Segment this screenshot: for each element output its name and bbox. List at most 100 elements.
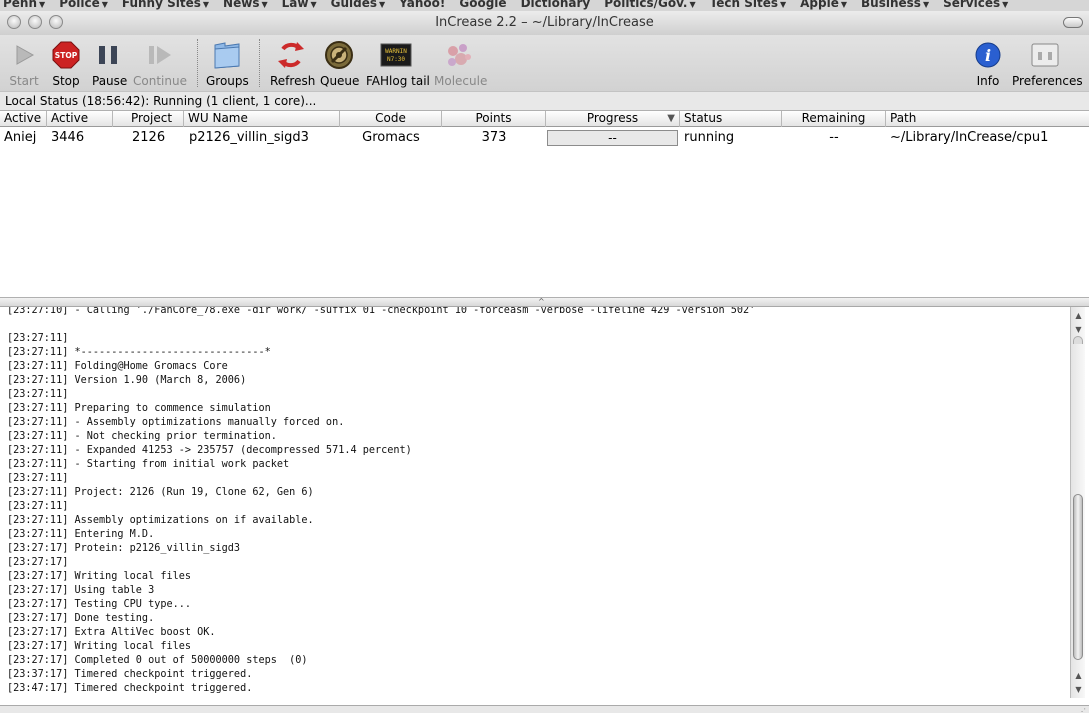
pause-button[interactable]: Pause	[92, 39, 128, 88]
menu-arrow-icon: ▼	[39, 0, 46, 9]
log-line: [23:27:11] Preparing to commence simulat…	[7, 403, 271, 414]
continue-icon	[149, 46, 171, 64]
info-button[interactable]: i Info	[972, 39, 1004, 88]
scroll-up-arrow-icon[interactable]: ▲	[1073, 310, 1084, 321]
refresh-label: Refresh	[270, 74, 316, 88]
molecule-icon	[448, 44, 471, 66]
bookmark-item[interactable]: Services ▼	[943, 0, 1008, 10]
log-line: [23:27:17] Extra AltiVec boost OK.	[7, 627, 216, 638]
bookmark-item[interactable]: Penn ▼	[3, 0, 45, 10]
menu-arrow-icon: ▼	[1002, 0, 1009, 9]
menu-arrow-icon: ▼	[261, 0, 268, 9]
groups-button[interactable]: Groups	[206, 39, 249, 88]
progress-text: --	[608, 131, 617, 145]
pause-icon	[99, 46, 117, 64]
start-button[interactable]: Start	[8, 39, 40, 88]
log-line: [23:27:11] - Not checking prior terminat…	[7, 431, 277, 442]
cell-active: 3446	[51, 130, 85, 145]
bookmark-label: Services	[943, 0, 1001, 10]
bookmark-item[interactable]: Google	[459, 0, 506, 10]
bookmark-item[interactable]: Guides ▼	[331, 0, 386, 10]
bookmark-item[interactable]: Law ▼	[282, 0, 317, 10]
queue-gear-icon	[325, 41, 353, 69]
bookmark-item[interactable]: Police ▼	[59, 0, 108, 10]
scroll-track-cap	[1073, 336, 1083, 344]
scroll-down-arrow-icon[interactable]: ▼	[1073, 684, 1084, 695]
log-line: [23:27:17] Protein: p2126_villin_sigd3	[7, 543, 241, 554]
preferences-button[interactable]: Preferences	[1012, 39, 1083, 88]
bookmark-label: Dictionary	[520, 0, 591, 10]
cell-path: ~/Library/InCrease/cpu1	[890, 130, 1049, 145]
toolbar-toggle-button[interactable]	[1063, 17, 1083, 28]
bookmark-item[interactable]: Apple ▼	[800, 0, 847, 10]
sort-descending-icon: ▼	[667, 113, 675, 124]
fahlog-text-view[interactable]: [23:27:10] - Calling './FahCore_78.exe -…	[0, 307, 1070, 705]
log-line: [23:27:11] - Expanded 41253 -> 235757 (d…	[7, 445, 412, 456]
column-header-path[interactable]: Path	[886, 111, 1089, 127]
stop-button[interactable]: STOP Stop	[50, 39, 82, 88]
split-view-divider[interactable]: ^	[0, 297, 1089, 307]
bookmark-item[interactable]: News ▼	[223, 0, 268, 10]
column-header-project[interactable]: Project	[113, 111, 184, 127]
window-titlebar[interactable]: InCrease 2.2 – ~/Library/InCrease	[0, 11, 1089, 35]
bookmark-item[interactable]: Business ▼	[861, 0, 929, 10]
column-header-status[interactable]: Status	[680, 111, 782, 127]
progress-bar: --	[547, 130, 678, 146]
bookmark-item[interactable]: Dictionary	[521, 0, 591, 10]
preferences-label: Preferences	[1012, 74, 1083, 88]
refresh-icon	[278, 42, 304, 68]
log-line: [23:27:17]	[7, 557, 69, 568]
bookmark-label: News	[223, 0, 260, 10]
column-header-active-name[interactable]: Active	[0, 111, 47, 127]
queue-button[interactable]: Queue	[320, 39, 360, 88]
refresh-button[interactable]: Refresh	[270, 39, 316, 88]
progress-header-label: Progress	[586, 111, 639, 125]
log-lines: [23:27:10] - Calling './FahCore_78.exe -…	[7, 307, 755, 696]
bookmark-item[interactable]: Yahoo!	[399, 0, 445, 10]
bookmark-item[interactable]: Politics/Gov. ▼	[604, 0, 695, 10]
column-header-active[interactable]: Active	[47, 111, 113, 127]
bookmark-label: Penn	[3, 0, 38, 10]
log-line: [23:27:11] Version 1.90 (March 8, 2006)	[7, 375, 247, 386]
menu-arrow-icon: ▼	[779, 0, 787, 9]
resize-grip-icon[interactable]: ⋰	[1078, 707, 1086, 713]
scroll-down-arrow-icon[interactable]: ▼	[1073, 324, 1084, 335]
menu-arrow-icon: ▼	[840, 0, 848, 9]
switch-icon	[1031, 43, 1059, 67]
log-line: [23:27:17] Writing local files	[7, 571, 192, 582]
column-header-wu-name[interactable]: WU Name	[184, 111, 340, 127]
toolbar-separator	[259, 39, 260, 87]
log-line: [23:27:11]	[7, 333, 69, 344]
cell-points: 373	[481, 130, 507, 145]
queue-label: Queue	[320, 74, 360, 88]
log-line: [23:27:11] - Assembly optimizations manu…	[7, 417, 345, 428]
stop-sign-icon: STOP	[52, 41, 80, 69]
bookmark-item[interactable]: Tech Sites ▼	[710, 0, 787, 10]
cell-project: 2126	[132, 130, 166, 145]
log-line: [23:27:17] Testing CPU type...	[7, 599, 192, 610]
log-scrollbar[interactable]: ▲ ▼ ▲ ▼	[1070, 307, 1085, 698]
window-title: InCrease 2.2 – ~/Library/InCrease	[435, 15, 654, 30]
table-header: Active Active Project WU Name Code Point…	[0, 111, 1089, 127]
log-line: [23:27:11] Project: 2126 (Run 19, Clone …	[7, 487, 314, 498]
molecule-button[interactable]: Molecule	[434, 39, 487, 88]
column-header-points[interactable]: Points	[442, 111, 546, 127]
log-line: [23:27:11] *----------------------------…	[7, 347, 271, 358]
scroll-up-arrow-icon[interactable]: ▲	[1073, 670, 1084, 681]
fahlog-tail-button[interactable]: WARNIN N7:30 FAHlog tail	[366, 39, 430, 88]
cell-name: Aniej	[4, 130, 37, 145]
info-label: Info	[976, 74, 1000, 88]
clients-table: Active Active Project WU Name Code Point…	[0, 110, 1089, 298]
scroll-thumb[interactable]	[1073, 494, 1083, 660]
column-header-remaining[interactable]: Remaining	[782, 111, 886, 127]
bookmark-item[interactable]: Funny Sites ▼	[122, 0, 209, 10]
bookmark-label: Yahoo!	[399, 0, 446, 10]
divider-grip-icon: ^	[538, 297, 545, 306]
column-header-code[interactable]: Code	[340, 111, 442, 127]
table-row[interactable]: Aniej 3446 2126 p2126_villin_sigd3 Groma…	[0, 128, 1089, 148]
column-header-progress[interactable]: Progress ▼	[546, 111, 680, 127]
svg-text:i: i	[985, 46, 991, 65]
pause-label: Pause	[92, 74, 128, 88]
log-line: [23:37:17] Timered checkpoint triggered.	[7, 669, 253, 680]
continue-button[interactable]: Continue	[133, 39, 187, 88]
